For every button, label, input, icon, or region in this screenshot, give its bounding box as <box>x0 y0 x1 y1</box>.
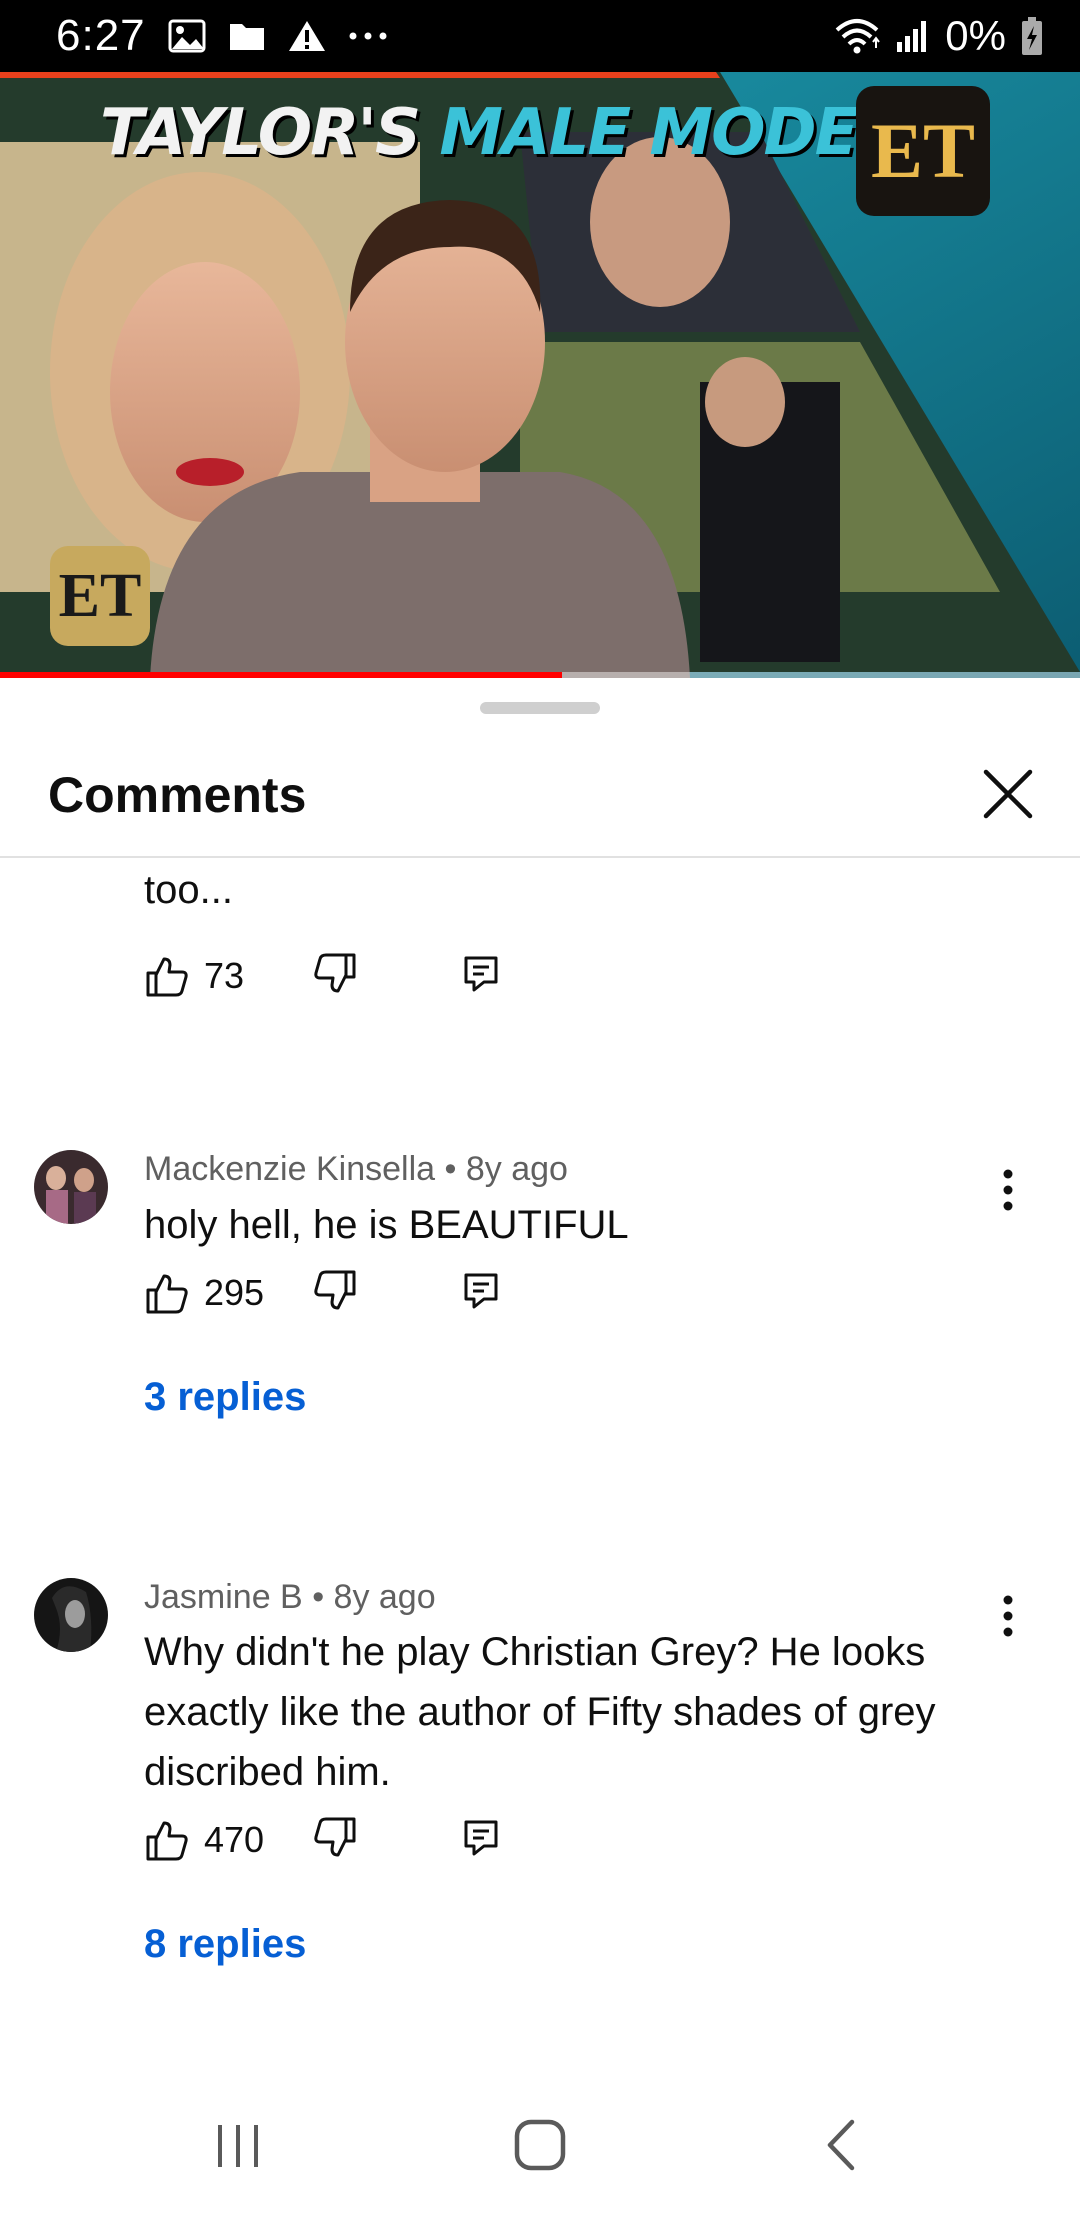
reply-comment-icon <box>464 956 498 991</box>
like-button[interactable]: 470 <box>144 1817 312 1863</box>
view-replies-link[interactable]: 8 replies <box>144 1922 306 1967</box>
comment-text: Why didn't he play Christian Grey? He lo… <box>144 1630 936 1794</box>
comment-text: too... <box>144 868 233 912</box>
home-icon <box>514 2119 566 2171</box>
video-title-part1: TAYLOR'S <box>100 96 440 170</box>
reply-comment-icon <box>464 1820 498 1855</box>
meta-separator: • <box>312 1578 325 1616</box>
warning-icon <box>288 19 326 53</box>
reply-button[interactable] <box>462 954 502 999</box>
comments-header: Comments <box>0 738 1080 858</box>
close-icon <box>983 769 1033 819</box>
video-player[interactable]: TAYLOR'S MALE MODEL ET ET <box>0 72 1080 678</box>
battery-percent: 0% <box>945 12 1006 59</box>
signal-icon <box>895 18 931 54</box>
reply-comment-icon <box>464 1273 498 1308</box>
comment-age: 8y ago <box>465 1150 568 1188</box>
comment-actions: 295 <box>144 1265 502 1321</box>
thumbs-down-icon <box>314 1270 356 1309</box>
video-title-overlay: TAYLOR'S MALE MODEL <box>100 96 897 170</box>
thumbs-up-icon <box>146 1821 188 1861</box>
dislike-button[interactable] <box>312 1268 462 1319</box>
comment-author[interactable]: Mackenzie Kinsella <box>144 1150 435 1188</box>
like-count: 73 <box>204 955 245 996</box>
comment-actions: 73 <box>144 948 502 1004</box>
thumbs-down-icon <box>314 1817 356 1856</box>
wifi-icon <box>833 16 881 56</box>
close-button[interactable] <box>972 758 1044 830</box>
home-button[interactable] <box>500 2110 580 2180</box>
back-icon <box>827 2119 855 2171</box>
comment-author[interactable]: Jasmine B <box>144 1578 303 1616</box>
thumbs-up-icon <box>146 957 188 997</box>
dislike-button[interactable] <box>312 951 462 1002</box>
thumbs-down-icon <box>314 953 356 992</box>
comment-text: holy hell, he is BEAUTIFUL <box>144 1203 629 1247</box>
view-replies-link[interactable]: 3 replies <box>144 1375 306 1420</box>
comment-meta: Jasmine B • 8y ago <box>144 1578 436 1617</box>
folder-icon <box>228 20 266 52</box>
recents-icon <box>218 2125 258 2167</box>
comments-list[interactable]: too... 73 Mackenzie Kinsella • 8y ago ho… <box>0 860 1080 2080</box>
comment-age: 8y ago <box>333 1578 436 1616</box>
like-button[interactable]: 295 <box>144 1270 312 1316</box>
comment-actions: 470 <box>144 1812 502 1868</box>
reply-button[interactable] <box>462 1271 502 1316</box>
et-logo-top: ET <box>856 86 990 216</box>
drag-handle[interactable] <box>480 702 600 714</box>
image-icon <box>168 19 206 53</box>
comment-meta: Mackenzie Kinsella • 8y ago <box>144 1150 568 1189</box>
like-count: 295 <box>204 1272 265 1313</box>
dislike-button[interactable] <box>312 1815 462 1866</box>
like-count: 470 <box>204 1819 265 1860</box>
video-title-part2: MALE MODEL <box>439 96 897 170</box>
recents-button[interactable] <box>198 2110 278 2180</box>
comments-sheet: Comments too... 73 Mackenzie Kinsella • … <box>0 678 1080 2220</box>
reply-button[interactable] <box>462 1818 502 1863</box>
thumbs-up-icon <box>146 1274 188 1314</box>
avatar[interactable] <box>34 1150 108 1224</box>
status-time: 6:27 <box>56 11 146 60</box>
meta-separator: • <box>444 1150 457 1188</box>
system-nav-bar <box>0 2070 1080 2220</box>
status-bar: 6:27 0% <box>0 0 1080 72</box>
battery-charging-icon <box>1020 16 1044 56</box>
avatar[interactable] <box>34 1578 108 1652</box>
more-dots-icon <box>348 31 388 41</box>
comments-title: Comments <box>48 767 307 823</box>
back-button[interactable] <box>802 2110 882 2180</box>
et-logo-corner: ET <box>50 546 150 646</box>
like-button[interactable]: 73 <box>144 953 312 999</box>
